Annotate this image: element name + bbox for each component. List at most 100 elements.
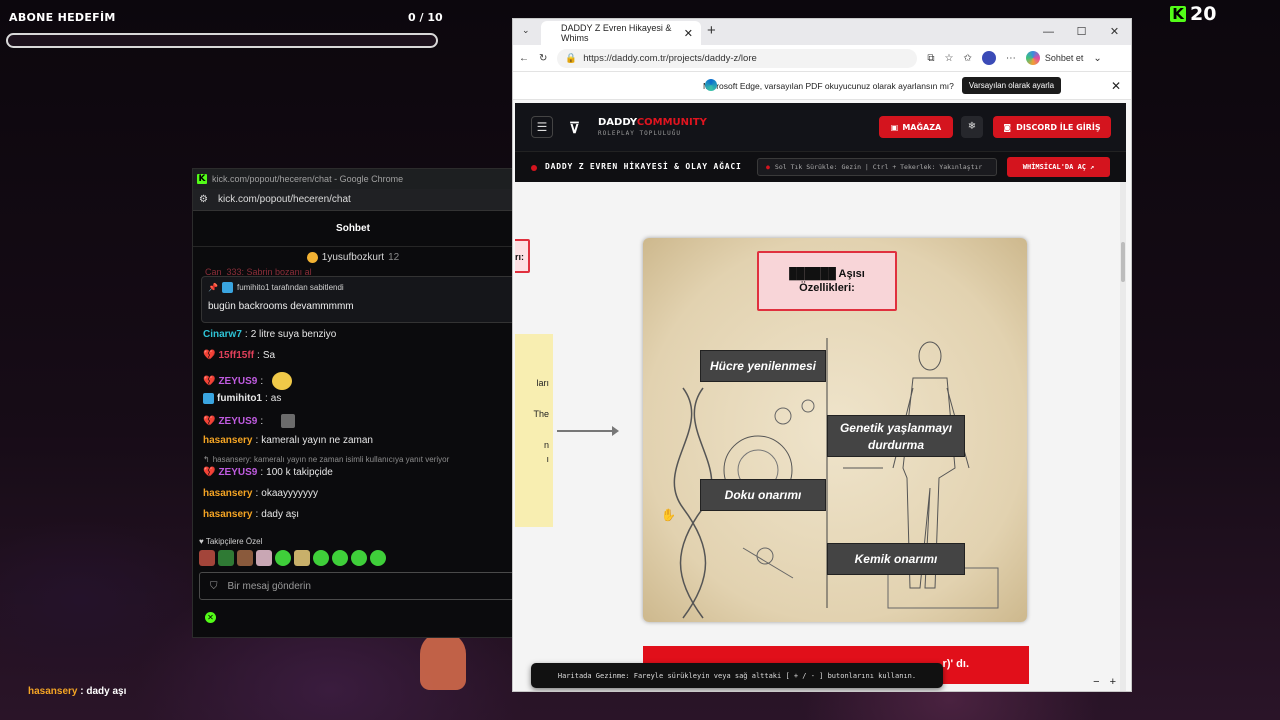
emote-10[interactable]: [370, 550, 386, 566]
emote-5[interactable]: [275, 550, 291, 566]
chat-username[interactable]: 15ff15ff: [218, 350, 254, 361]
pinned-message[interactable]: 📌 fumihito1 tarafından sabitlendi bugün …: [201, 276, 513, 323]
close-tab-icon[interactable]: ✕: [684, 27, 693, 40]
infobar-close-icon[interactable]: ✕: [1111, 79, 1121, 93]
site-settings-icon[interactable]: ⚙: [199, 194, 208, 205]
gif-emote-icon[interactable]: [281, 414, 296, 428]
overlay-chat-user: hasansery: [28, 686, 78, 697]
chat-username[interactable]: hasansery: [203, 509, 252, 520]
emote-2[interactable]: [218, 550, 234, 566]
chat-separator: :: [244, 329, 248, 340]
chat-separator: :: [257, 350, 260, 361]
lore-title: DADDY Z EVREN HİKAYESİ & OLAY AĞACI: [545, 162, 742, 171]
emote-7[interactable]: [313, 550, 329, 566]
page-scrollbar[interactable]: [1120, 182, 1126, 691]
chat-username[interactable]: fumihito1: [217, 393, 262, 404]
edge-browser-window: ⌄ DADDY Z Evren Hikayesi & Whims ✕ + — ☐…: [512, 18, 1132, 692]
collections-icon[interactable]: ✩: [964, 53, 972, 64]
heart-icon: 💔: [203, 467, 216, 478]
set-default-button[interactable]: Varsayılan olarak ayarla: [961, 77, 1062, 94]
whimsical-label: WHİMSİCAL'DA AÇ: [1022, 163, 1086, 171]
heart-icon: 💔: [203, 415, 216, 427]
chat-username[interactable]: ZEYUS9: [218, 376, 257, 387]
kick-logo-icon: K: [1170, 6, 1186, 22]
offscreen-card[interactable]: rı:: [515, 239, 530, 273]
chat-username[interactable]: ZEYUS9: [218, 467, 257, 478]
zoom-out-button[interactable]: −: [1093, 676, 1099, 688]
chat-username[interactable]: ZEYUS9: [218, 416, 257, 427]
scrollbar-thumb[interactable]: [1121, 242, 1125, 282]
sub-goal-count: 0 / 10: [408, 11, 443, 24]
pinned-text: bugün backrooms devammmmm: [208, 301, 354, 312]
chat-url-bar[interactable]: ⚙ kick.com/popout/heceren/chat: [193, 189, 513, 211]
zoom-controls: − +: [1093, 676, 1116, 688]
chat-message: hasansery: okaayyyyyyy: [203, 488, 318, 499]
favorite-icon[interactable]: ☆: [945, 53, 954, 64]
site-header: ☰ ⊽ DADDYCOMMUNITY ROLEPLAY TOPLULUĞU ▣ M…: [515, 103, 1126, 151]
tab-sohbet[interactable]: Sohbet: [193, 211, 513, 247]
heart-icon: ♥: [199, 537, 204, 546]
emote-8[interactable]: [332, 550, 348, 566]
brand-name[interactable]: DADDYCOMMUNITY: [598, 117, 707, 128]
web-page: ☰ ⊽ DADDYCOMMUNITY ROLEPLAY TOPLULUĞU ▣ M…: [515, 103, 1126, 691]
split-screen-icon[interactable]: ⧉: [927, 53, 934, 64]
chevron-down-icon[interactable]: ⌄: [1093, 53, 1101, 64]
lore-map-canvas[interactable]: rı: ları The n ı ██████ Aşısı Özellikler…: [515, 182, 1126, 691]
shop-button[interactable]: ▣ MAĞAZA: [879, 116, 953, 138]
vaccine-properties-image[interactable]: ██████ Aşısı Özellikleri: Hücre yenilenm…: [643, 238, 1027, 622]
tab-list-icon[interactable]: ⌄: [522, 25, 530, 36]
reply-icon: ↰: [203, 455, 210, 464]
yellow-line-1: ları: [536, 378, 549, 388]
maximize-icon[interactable]: ☐: [1065, 19, 1098, 45]
open-whimsical-button[interactable]: WHİMSİCAL'DA AÇ ↗: [1007, 157, 1110, 177]
snowflake-button[interactable]: ❄: [961, 116, 983, 138]
copilot-button[interactable]: Sohbet et: [1025, 51, 1083, 65]
back-icon[interactable]: ←: [519, 53, 529, 64]
minimize-icon[interactable]: —: [1032, 19, 1065, 45]
emote-bar: [199, 550, 386, 566]
overlay-chat-line: hasansery : dady aşı: [28, 686, 126, 697]
label-genetic-aging: Genetik yaşlanmayı durdurma: [827, 415, 965, 457]
reply-text: hasansery: kameralı yayın ne zaman isiml…: [212, 455, 450, 464]
window-controls: — ☐ ✕: [1032, 19, 1131, 45]
emote-3[interactable]: [237, 550, 253, 566]
chat-text: 100 k takipçide: [266, 467, 333, 478]
chat-message: 💔 ZEYUS9:: [203, 372, 293, 390]
smile-emote-icon[interactable]: [272, 372, 293, 390]
chat-window-title: kick.com/popout/heceren/chat - Google Ch…: [212, 174, 404, 184]
emote-1[interactable]: [199, 550, 215, 566]
refresh-icon[interactable]: ↻: [539, 53, 547, 64]
address-bar[interactable]: 🔒 https://daddy.com.tr/projects/daddy-z/…: [557, 48, 918, 68]
chat-username[interactable]: hasansery: [203, 488, 252, 499]
top-gifter[interactable]: 1yusufbozkurt 12: [193, 247, 513, 267]
emote-4[interactable]: [256, 550, 272, 566]
brand-subtitle: ROLEPLAY TOPLULUĞU: [598, 130, 682, 137]
more-icon[interactable]: ⋯: [1006, 53, 1016, 64]
chat-username[interactable]: hasansery: [203, 435, 252, 446]
chat-message-input[interactable]: ⛉ Bir mesaj gönderin: [199, 572, 513, 600]
chat-message: fumihito1: as: [203, 393, 281, 404]
top-gifter-count: 12: [388, 251, 400, 263]
close-icon[interactable]: ✕: [1098, 19, 1131, 45]
brand-a: DADDY: [598, 117, 637, 128]
new-tab-button[interactable]: +: [707, 22, 716, 39]
emote-6[interactable]: [294, 550, 310, 566]
chat-message: hasansery: kameralı yayın ne zaman: [203, 435, 373, 446]
active-tab[interactable]: DADDY Z Evren Hikayesi & Whims ✕: [541, 21, 701, 45]
profile-avatar[interactable]: [981, 51, 996, 65]
vaccine-title-card[interactable]: ██████ Aşısı Özellikleri:: [757, 251, 897, 311]
discord-login-button[interactable]: ◙ DISCORD İLE GİRİŞ: [993, 116, 1111, 138]
kick-footer-icon[interactable]: ✕: [205, 612, 216, 623]
hand-cursor-icon: ✋: [661, 508, 676, 522]
emote-9[interactable]: [351, 550, 367, 566]
chat-username[interactable]: Cinarw7: [203, 329, 242, 340]
menu-icon[interactable]: ☰: [531, 116, 553, 138]
coin-icon: [306, 251, 318, 263]
yellow-note-card[interactable]: ları The n ı: [515, 334, 553, 527]
daddy-logo-icon[interactable]: ⊽: [569, 119, 580, 137]
chat-message: 💔 15ff15ff: Sa: [203, 350, 275, 361]
zoom-in-button[interactable]: +: [1110, 676, 1116, 688]
streamer-hand: [420, 632, 466, 690]
heart-icon: 💔: [203, 350, 216, 361]
chat-window-titlebar[interactable]: K kick.com/popout/heceren/chat - Google …: [193, 169, 513, 189]
